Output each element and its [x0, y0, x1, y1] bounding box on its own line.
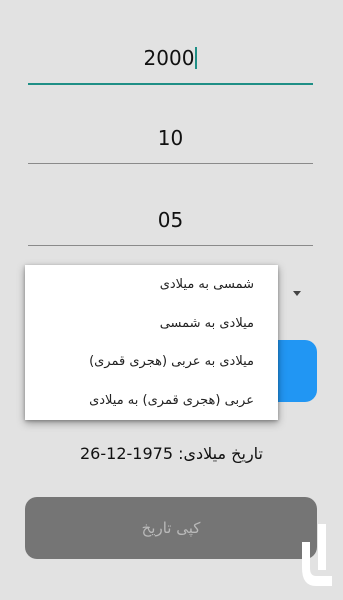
result-text: تاریخ میلادی: 1975-12-26 — [80, 443, 263, 463]
conversion-type-dropdown[interactable]: شمسی به میلادی میلادی به شمسی میلادی به … — [25, 265, 278, 420]
day-input[interactable]: 05 — [28, 200, 313, 246]
copy-date-label: کپی تاریخ — [141, 519, 201, 537]
year-input[interactable]: 2000 — [28, 38, 313, 85]
month-input[interactable]: 10 — [28, 118, 313, 164]
menu-item-hijri-to-gregorian[interactable]: عربی (هجری قمری) به میلادی — [25, 381, 278, 420]
menu-item-shamsi-to-gregorian[interactable]: شمسی به میلادی — [25, 265, 278, 304]
month-underline — [28, 163, 313, 164]
day-value: 05 — [157, 208, 184, 232]
app-logo-icon — [302, 524, 332, 586]
text-caret — [195, 47, 198, 69]
menu-item-gregorian-to-shamsi[interactable]: میلادی به شمسی — [25, 304, 278, 343]
month-value: 10 — [157, 126, 184, 150]
dropdown-arrow-icon[interactable] — [293, 291, 301, 296]
menu-item-gregorian-to-hijri[interactable]: میلادی به عربی (هجری قمری) — [25, 343, 278, 382]
year-value: 2000 — [143, 46, 195, 70]
copy-date-button[interactable]: کپی تاریخ — [25, 497, 317, 559]
year-underline — [28, 83, 313, 85]
day-underline — [28, 245, 313, 246]
